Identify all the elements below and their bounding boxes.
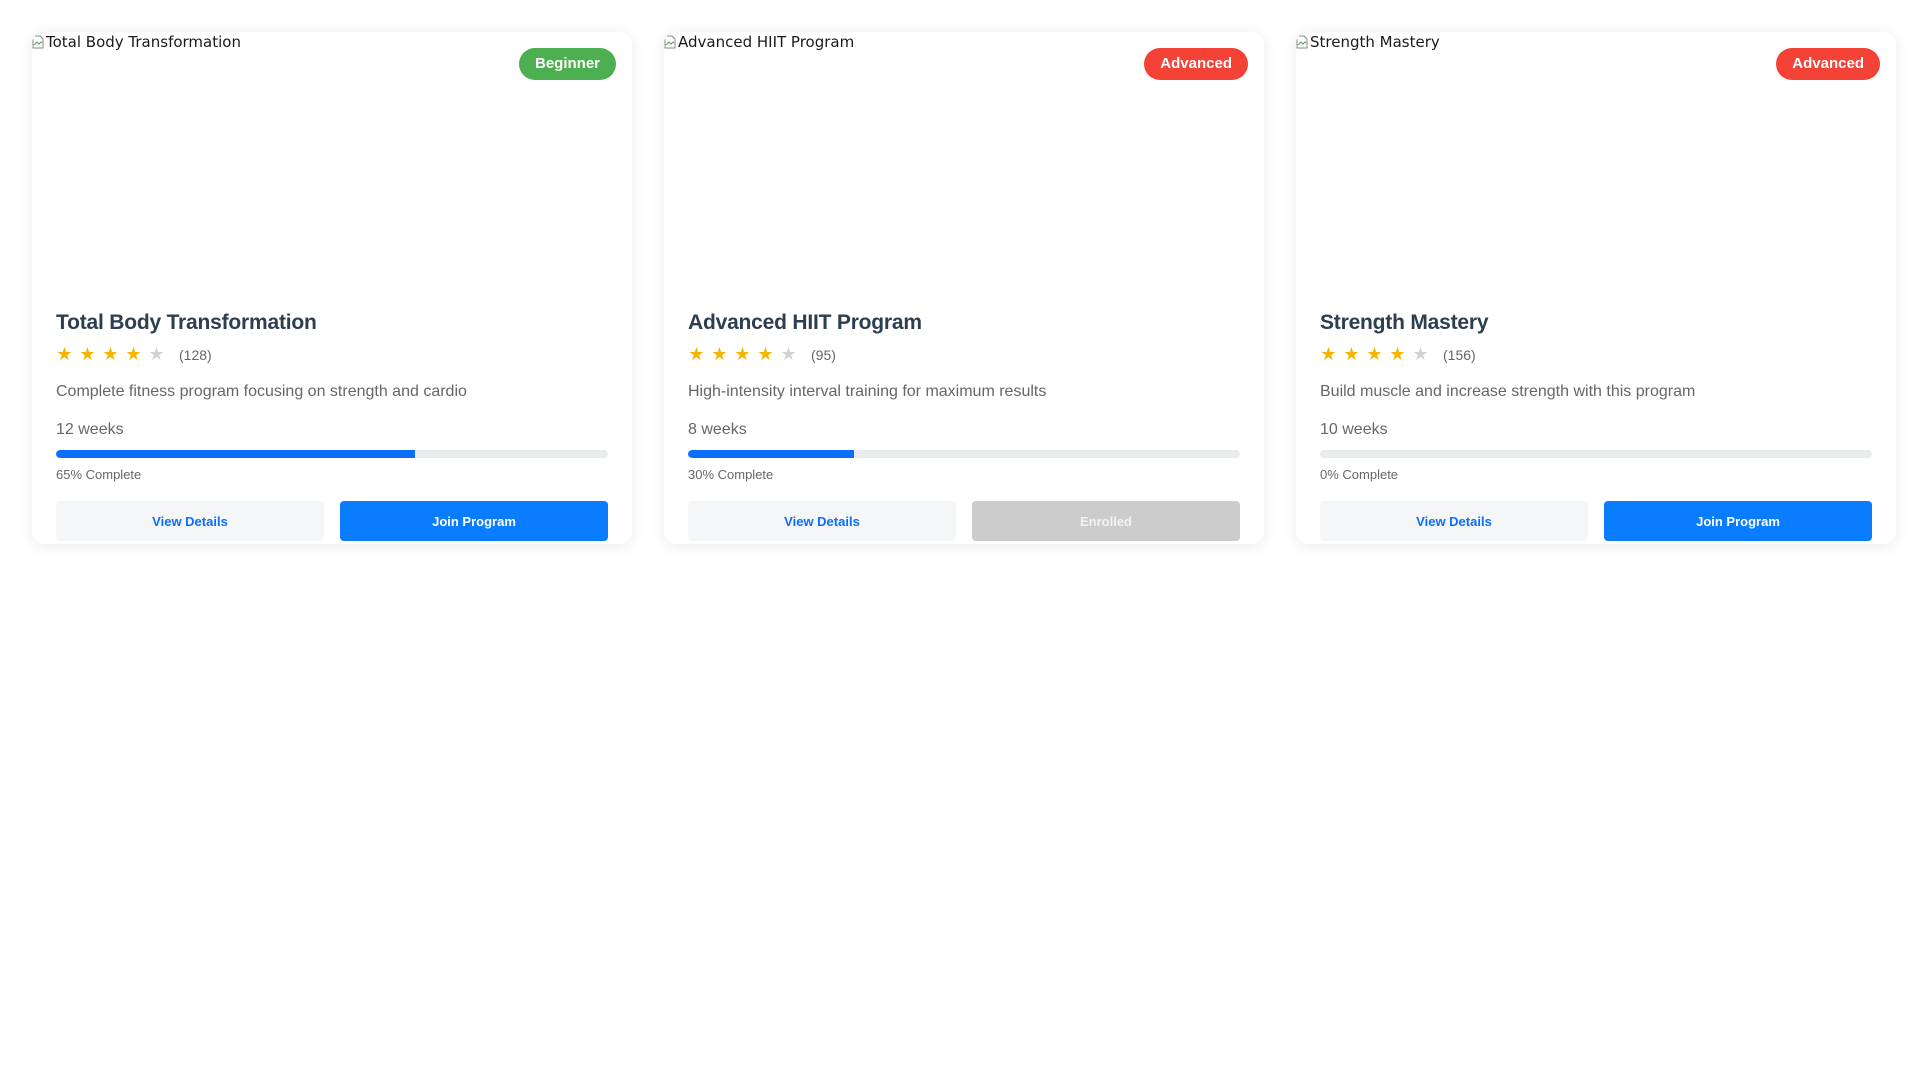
card-body: Total Body Transformation ★ ★ ★ ★ ★ (128) Co…	[32, 309, 632, 541]
review-count: (128)	[179, 347, 212, 363]
program-image: Total Body Transformation Beginner	[32, 32, 632, 257]
program-title: Advanced HIIT Program	[688, 311, 922, 334]
card-actions: View Details Join Program	[1320, 501, 1872, 541]
star-icon: ★	[148, 344, 165, 365]
review-count: (156)	[1443, 347, 1476, 363]
view-details-button[interactable]: View Details	[1320, 501, 1588, 541]
broken-image-icon	[32, 35, 44, 49]
level-badge: Advanced	[1776, 48, 1880, 80]
star-icon: ★	[711, 344, 728, 365]
progress-bar	[1320, 450, 1872, 458]
star-icon: ★	[1389, 344, 1406, 365]
view-details-button[interactable]: View Details	[688, 501, 956, 541]
star-icon: ★	[125, 344, 142, 365]
program-image: Advanced HIIT Program Advanced	[664, 32, 1264, 257]
image-alt-text: Strength Mastery	[1310, 33, 1440, 51]
star-icon: ★	[1366, 344, 1383, 365]
broken-image-icon	[664, 35, 676, 49]
program-image: Strength Mastery Advanced	[1296, 32, 1896, 257]
card-actions: View Details Join Program	[56, 501, 608, 541]
progress-fill	[56, 450, 415, 458]
program-duration: 8 weeks	[688, 421, 747, 438]
star-icon: ★	[734, 344, 751, 365]
star-rating: ★ ★ ★ ★ ★	[56, 345, 165, 365]
image-alt-text: Advanced HIIT Program	[678, 33, 855, 51]
progress-fill	[688, 450, 854, 458]
review-count: (95)	[811, 347, 836, 363]
level-badge: Beginner	[518, 48, 616, 80]
program-card: Total Body Transformation Beginner Total…	[32, 32, 632, 544]
card-body: Advanced HIIT Program ★ ★ ★ ★ ★ (95) High-in…	[664, 309, 1264, 541]
star-rating: ★ ★ ★ ★ ★	[1320, 345, 1429, 365]
progress-bar	[56, 450, 608, 458]
rating: ★ ★ ★ ★ ★ (156)	[1320, 343, 1872, 367]
star-icon: ★	[757, 344, 774, 365]
program-grid: Total Body Transformation Beginner Total…	[32, 32, 1896, 544]
join-program-button[interactable]: Join Program	[340, 501, 608, 541]
enrolled-button[interactable]: Enrolled	[972, 501, 1240, 541]
star-icon: ★	[102, 344, 119, 365]
join-program-button[interactable]: Join Program	[1604, 501, 1872, 541]
program-image-alt: Strength Mastery	[1296, 32, 1440, 52]
image-alt-text: Total Body Transformation	[46, 33, 241, 51]
program-description: Build muscle and increase strength with …	[1320, 383, 1696, 400]
star-icon: ★	[56, 344, 73, 365]
program-duration: 10 weeks	[1320, 421, 1388, 438]
program-duration: 12 weeks	[56, 421, 124, 438]
card-actions: View Details Enrolled	[688, 501, 1240, 541]
program-card: Advanced HIIT Program Advanced Advanced …	[664, 32, 1264, 544]
star-icon: ★	[688, 344, 705, 365]
progress-label: 65% Complete	[56, 467, 142, 482]
star-icon: ★	[79, 344, 96, 365]
progress-bar	[688, 450, 1240, 458]
program-image-alt: Advanced HIIT Program	[664, 32, 854, 52]
program-description: High-intensity interval training for max…	[688, 383, 1047, 400]
progress-label: 0% Complete	[1320, 467, 1399, 482]
rating: ★ ★ ★ ★ ★ (95)	[688, 343, 1240, 367]
program-title: Strength Mastery	[1320, 311, 1489, 334]
progress-label: 30% Complete	[688, 467, 774, 482]
program-image-alt: Total Body Transformation	[32, 32, 241, 52]
star-icon: ★	[1412, 344, 1429, 365]
star-icon: ★	[1320, 344, 1337, 365]
star-icon: ★	[780, 344, 797, 365]
level-badge: Advanced	[1144, 48, 1248, 80]
program-title: Total Body Transformation	[56, 311, 317, 334]
card-body: Strength Mastery ★ ★ ★ ★ ★ (156) Build muscl…	[1296, 309, 1896, 541]
program-description: Complete fitness program focusing on str…	[56, 383, 467, 400]
view-details-button[interactable]: View Details	[56, 501, 324, 541]
star-icon: ★	[1343, 344, 1360, 365]
program-card: Strength Mastery Advanced Strength Maste…	[1296, 32, 1896, 544]
star-rating: ★ ★ ★ ★ ★	[688, 345, 797, 365]
broken-image-icon	[1296, 35, 1308, 49]
rating: ★ ★ ★ ★ ★ (128)	[56, 343, 608, 367]
